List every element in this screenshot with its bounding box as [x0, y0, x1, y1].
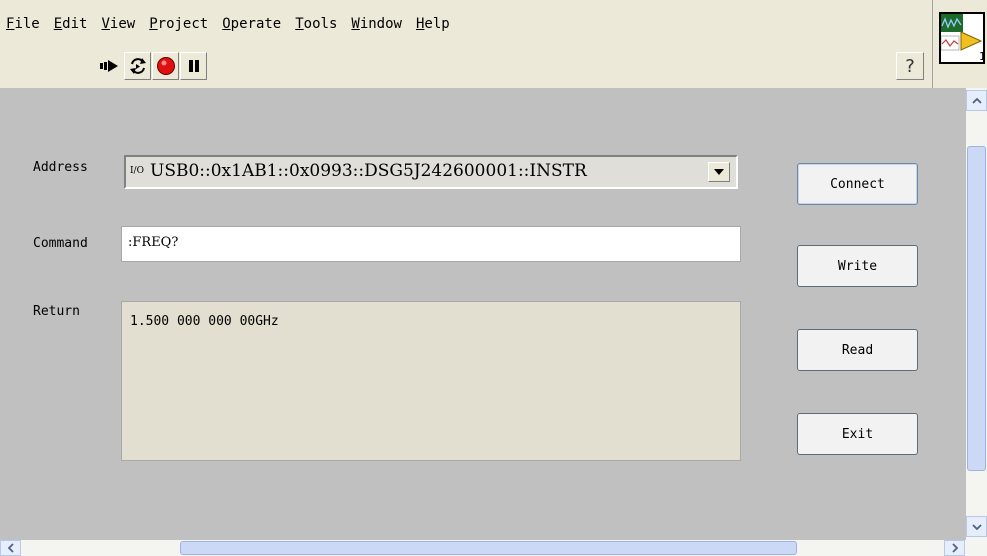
run-continuously-icon	[129, 58, 146, 74]
chevron-down-icon	[971, 523, 982, 530]
exit-button[interactable]: Exit	[797, 413, 918, 455]
toolbar	[96, 52, 208, 80]
run-continuously-button[interactable]	[124, 52, 151, 80]
chevron-down-icon	[714, 169, 724, 175]
command-value: :FREQ?	[128, 235, 179, 250]
address-selector[interactable]: I/O USB0::0x1AB1::0x0993::DSG5J242600001…	[124, 155, 738, 189]
vertical-scrollbar[interactable]	[966, 88, 987, 540]
return-value: 1.500 000 000 00GHz	[130, 314, 279, 329]
chevron-right-icon	[951, 543, 958, 553]
address-dropdown-button[interactable]	[708, 162, 730, 182]
visa-io-icon: I/O	[130, 166, 144, 176]
scroll-down-button[interactable]	[966, 516, 987, 537]
run-arrow-icon	[99, 60, 118, 72]
menu-edit[interactable]: Edit	[54, 16, 88, 38]
pause-icon	[188, 60, 199, 72]
menu-tools[interactable]: Tools	[295, 16, 337, 38]
menu-view[interactable]: View	[101, 16, 135, 38]
vi-icon-pane: 1	[932, 0, 987, 96]
horizontal-scroll-thumb[interactable]	[180, 541, 797, 555]
address-value: USB0::0x1AB1::0x0993::DSG5J242600001::IN…	[150, 161, 587, 181]
command-label: Command	[33, 236, 88, 251]
abort-execution-button[interactable]	[152, 52, 179, 80]
scroll-left-button[interactable]	[0, 540, 21, 556]
command-input[interactable]: :FREQ?	[121, 226, 741, 262]
front-panel: Address I/O USB0::0x1AB1::0x0993::DSG5J2…	[0, 88, 966, 540]
menu-help[interactable]: Help	[416, 16, 450, 38]
waveform-vi-icon	[940, 14, 983, 51]
connect-button[interactable]: Connect	[797, 163, 918, 205]
return-output[interactable]: 1.500 000 000 00GHz	[121, 301, 741, 461]
context-help-button[interactable]: ?	[896, 52, 924, 80]
menu-operate[interactable]: Operate	[222, 16, 281, 38]
menu-file[interactable]: File	[6, 16, 40, 38]
horizontal-scrollbar[interactable]	[0, 540, 987, 556]
menu-toolbar-area: File Edit View Project Operate Tools Win…	[0, 0, 932, 86]
menu-window[interactable]: Window	[351, 16, 402, 38]
abort-execution-icon	[156, 57, 175, 75]
read-button[interactable]: Read	[797, 329, 918, 371]
run-button[interactable]	[96, 52, 123, 80]
return-label: Return	[33, 304, 80, 319]
scroll-up-button[interactable]	[966, 90, 987, 111]
scroll-right-button[interactable]	[944, 540, 965, 556]
chevron-left-icon	[7, 543, 14, 553]
pause-button[interactable]	[180, 52, 207, 80]
menubar: File Edit View Project Operate Tools Win…	[6, 16, 464, 38]
chevron-up-icon	[971, 97, 982, 104]
menu-project[interactable]: Project	[149, 16, 208, 38]
address-label: Address	[33, 160, 88, 175]
vertical-scroll-thumb[interactable]	[967, 146, 986, 471]
question-mark-icon: ?	[905, 55, 915, 77]
write-button[interactable]: Write	[797, 245, 918, 287]
vi-number: 1	[979, 50, 986, 63]
